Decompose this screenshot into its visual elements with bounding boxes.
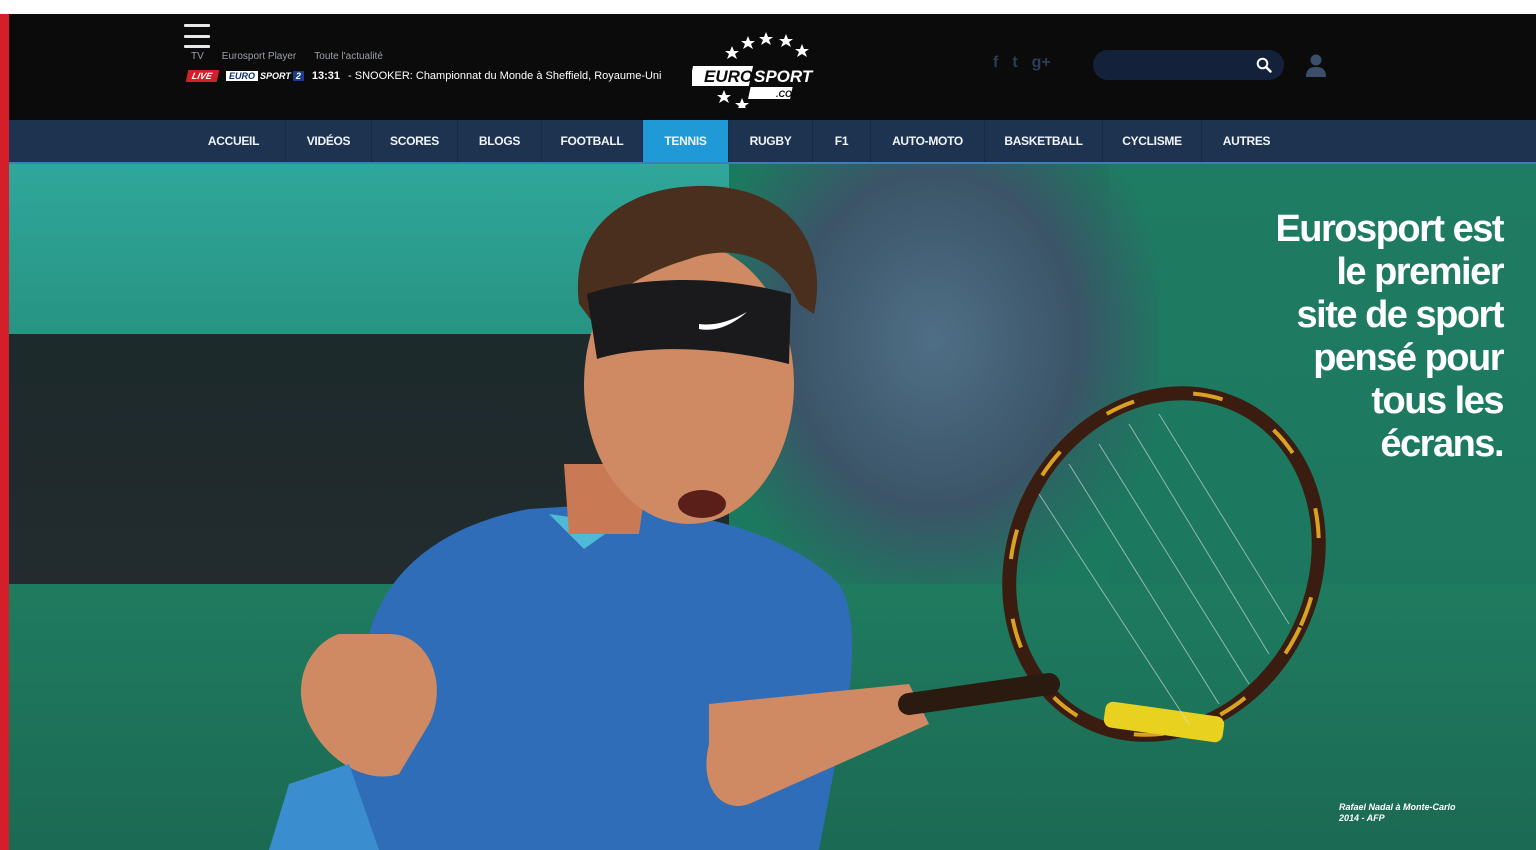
headline-line: pensé pour — [1313, 337, 1504, 379]
nav-item-f1[interactable]: F1 — [813, 120, 871, 162]
twitter-icon[interactable]: t — [1012, 54, 1017, 72]
headline-line: Eurosport est — [1275, 208, 1504, 250]
logo-com-text: .COM — [776, 89, 800, 99]
social-links: f t g+ — [993, 54, 1051, 72]
channel-badge: EURO SPORT 2 — [226, 71, 304, 81]
player-mouth — [678, 490, 726, 518]
nav-item-blogs[interactable]: BLOGS — [458, 120, 542, 162]
main-nav-bar: ACCUEIL VIDÉOS SCORES BLOGS FOOTBALL TEN… — [9, 120, 1536, 164]
nav-item-auto-moto[interactable]: AUTO-MOTO — [871, 120, 985, 162]
nav-item-cyclisme[interactable]: CYCLISME — [1103, 120, 1202, 162]
nav-item-scores[interactable]: SCORES — [372, 120, 458, 162]
hamburger-icon[interactable] — [184, 24, 210, 48]
caption-line: Rafael Nadal à Monte-Carlo — [1339, 802, 1456, 812]
racket-handle — [898, 673, 1060, 715]
channel-badge-brand: EURO — [226, 71, 259, 81]
logo-euro-text: EURO — [704, 67, 753, 86]
google-plus-icon[interactable]: g+ — [1032, 54, 1051, 72]
search-box — [1093, 50, 1284, 80]
top-link-all-news[interactable]: Toute l'actualité — [314, 51, 383, 62]
channel-badge-name: SPORT — [260, 71, 291, 81]
headline-line: site de sport — [1296, 294, 1505, 336]
live-badge: LIVE — [185, 70, 220, 82]
main-nav: ACCUEIL VIDÉOS SCORES BLOGS FOOTBALL TEN… — [182, 120, 1291, 162]
ticker-time: 13:31 — [311, 70, 341, 82]
nav-item-autres[interactable]: AUTRES — [1202, 120, 1291, 162]
nav-item-accueil[interactable]: ACCUEIL — [182, 120, 286, 162]
headline-line: écrans. — [1380, 423, 1504, 465]
top-link-eurosport-player[interactable]: Eurosport Player — [222, 51, 296, 62]
top-link-tv[interactable]: TV — [191, 51, 204, 62]
live-ticker[interactable]: LIVE EURO SPORT 2 13:31 - SNOOKER: Champ… — [185, 70, 662, 82]
search-input[interactable] — [1107, 56, 1251, 76]
photo-caption: Rafael Nadal à Monte-Carlo 2014 - AFP — [1339, 802, 1499, 824]
nav-item-football[interactable]: FOOTBALL — [542, 120, 643, 162]
nav-item-videos[interactable]: VIDÉOS — [286, 120, 372, 162]
headline-line: le premier — [1336, 251, 1504, 293]
top-links: TV Eurosport Player Toute l'actualité — [191, 51, 383, 62]
headline-line: tous les — [1371, 380, 1504, 422]
hero-banner[interactable]: Eurosport est le premier site de sport p… — [9, 164, 1536, 850]
ticker-text: - SNOOKER: Championnat du Monde à Sheffi… — [348, 70, 662, 82]
nav-item-tennis[interactable]: TENNIS — [643, 120, 729, 162]
facebook-icon[interactable]: f — [993, 54, 998, 72]
nav-item-rugby[interactable]: RUGBY — [729, 120, 813, 162]
logo-sport-text: SPORT — [754, 67, 814, 86]
nav-item-basketball[interactable]: BASKETBALL — [985, 120, 1103, 162]
hero-headline: Eurosport est le premier site de sport p… — [1275, 208, 1505, 466]
search-icon[interactable] — [1256, 57, 1272, 73]
channel-badge-number: 2 — [292, 71, 304, 81]
page-edge-bar — [0, 14, 9, 850]
site-header: TV Eurosport Player Toute l'actualité LI… — [9, 14, 1536, 120]
caption-line: 2014 - AFP — [1339, 813, 1385, 823]
user-icon[interactable] — [1305, 52, 1327, 78]
eurosport-logo[interactable]: EURO SPORT .COM — [692, 24, 826, 108]
